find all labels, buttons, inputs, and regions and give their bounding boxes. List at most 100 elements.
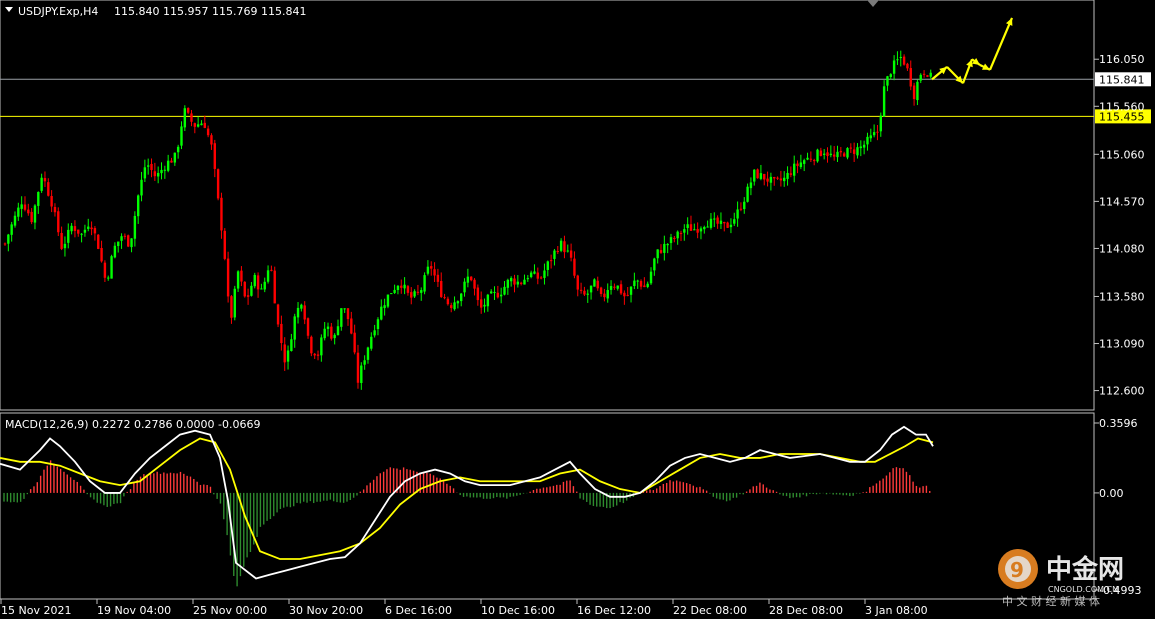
candle-body xyxy=(589,285,593,293)
candle-body xyxy=(60,232,63,249)
collapse-triangle-icon[interactable] xyxy=(5,7,13,12)
candle-body xyxy=(676,231,679,239)
candle-body xyxy=(266,270,270,282)
macd-tick-label: 0.3596 xyxy=(1099,417,1138,430)
candle-body xyxy=(703,226,706,230)
candle-body xyxy=(739,208,743,210)
candle-body xyxy=(230,296,233,318)
price-tick-label: 114.570 xyxy=(1099,195,1145,208)
candle-body xyxy=(460,293,463,302)
candle-body xyxy=(599,287,603,294)
candle-body xyxy=(83,229,87,233)
candle-body xyxy=(393,289,396,293)
candle-body xyxy=(679,233,683,235)
candle-body xyxy=(593,279,596,287)
candle-body xyxy=(919,74,922,81)
candle-body xyxy=(410,292,413,298)
candle-body xyxy=(43,178,47,182)
candle-body xyxy=(852,149,856,154)
time-tick-label: 19 Nov 04:00 xyxy=(97,604,171,617)
candle-body xyxy=(496,292,500,298)
candle-body xyxy=(616,285,619,289)
candle-body xyxy=(736,209,739,219)
candle-body xyxy=(579,289,583,291)
candle-body xyxy=(27,209,30,214)
time-tick-label: 28 Dec 08:00 xyxy=(769,604,843,617)
candle-body xyxy=(117,241,120,246)
candle-body xyxy=(3,243,7,245)
candle-body xyxy=(483,304,486,307)
candle-body xyxy=(479,299,483,308)
candle-body xyxy=(293,316,296,340)
candle-body xyxy=(743,201,746,210)
candle-body xyxy=(160,169,163,174)
candle-body xyxy=(759,173,763,179)
candle-body xyxy=(360,365,363,383)
candle-body xyxy=(193,123,197,127)
candle-body xyxy=(90,227,93,230)
candle-body xyxy=(509,277,513,282)
candle-body xyxy=(716,217,719,224)
candle-body xyxy=(699,228,703,232)
candle-body xyxy=(809,158,813,160)
candle-body xyxy=(499,294,503,297)
candle-body xyxy=(683,229,686,233)
candle-body xyxy=(143,167,147,179)
watermark-brand: 中金网 xyxy=(1046,554,1124,585)
candle-body xyxy=(37,192,40,206)
candle-body xyxy=(649,271,653,284)
candle-body xyxy=(773,177,776,179)
candle-body xyxy=(243,281,246,297)
scroll-marker-icon[interactable] xyxy=(867,0,879,7)
candle-body xyxy=(73,226,77,231)
candle-body xyxy=(220,197,223,231)
watermark-subtext: CNGOLD.COM.CN xyxy=(1048,585,1118,594)
candle-body xyxy=(276,304,280,325)
candle-body xyxy=(236,271,240,289)
candle-body xyxy=(123,235,127,237)
candle-body xyxy=(436,274,440,282)
candle-body xyxy=(87,226,90,229)
candle-body xyxy=(373,330,376,336)
candle-body xyxy=(107,277,110,279)
candle-body xyxy=(320,337,323,356)
macd-tick-label: 0.00 xyxy=(1099,487,1124,500)
candle-body xyxy=(240,270,243,282)
candle-body xyxy=(583,290,586,295)
candle-body xyxy=(383,305,386,309)
candle-body xyxy=(47,182,50,196)
candle-body xyxy=(859,146,863,149)
candle-body xyxy=(536,272,539,279)
candle-body xyxy=(726,222,729,228)
candle-body xyxy=(526,278,530,280)
candle-body xyxy=(909,68,912,87)
candle-body xyxy=(879,115,882,132)
candle-body xyxy=(430,266,433,269)
price-tick-label: 116.050 xyxy=(1099,53,1145,66)
candle-body xyxy=(696,229,699,233)
candle-body xyxy=(146,165,150,167)
candle-body xyxy=(713,218,716,220)
candle-body xyxy=(223,230,226,259)
candle-body xyxy=(270,269,273,271)
candle-body xyxy=(446,298,450,305)
candle-body xyxy=(263,281,266,290)
svg-text:9: 9 xyxy=(1010,558,1024,582)
candle-body xyxy=(812,160,816,162)
candle-body xyxy=(343,308,346,310)
candle-body xyxy=(463,281,466,293)
candle-body xyxy=(336,326,340,336)
candle-body xyxy=(323,328,326,339)
candle-body xyxy=(529,272,533,278)
candle-body xyxy=(626,294,629,296)
candle-body xyxy=(636,280,639,282)
price-tick-label: 115.060 xyxy=(1099,148,1145,161)
price-header: USDJPY.Exp,H4 115.840 115.957 115.769 11… xyxy=(5,5,306,18)
candle-body xyxy=(366,347,370,360)
candle-body xyxy=(916,81,919,101)
candle-body xyxy=(819,150,823,156)
candle-body xyxy=(97,234,100,249)
time-tick-label: 15 Nov 2021 xyxy=(1,604,71,617)
candle-body xyxy=(256,275,260,290)
candle-body xyxy=(876,131,879,133)
